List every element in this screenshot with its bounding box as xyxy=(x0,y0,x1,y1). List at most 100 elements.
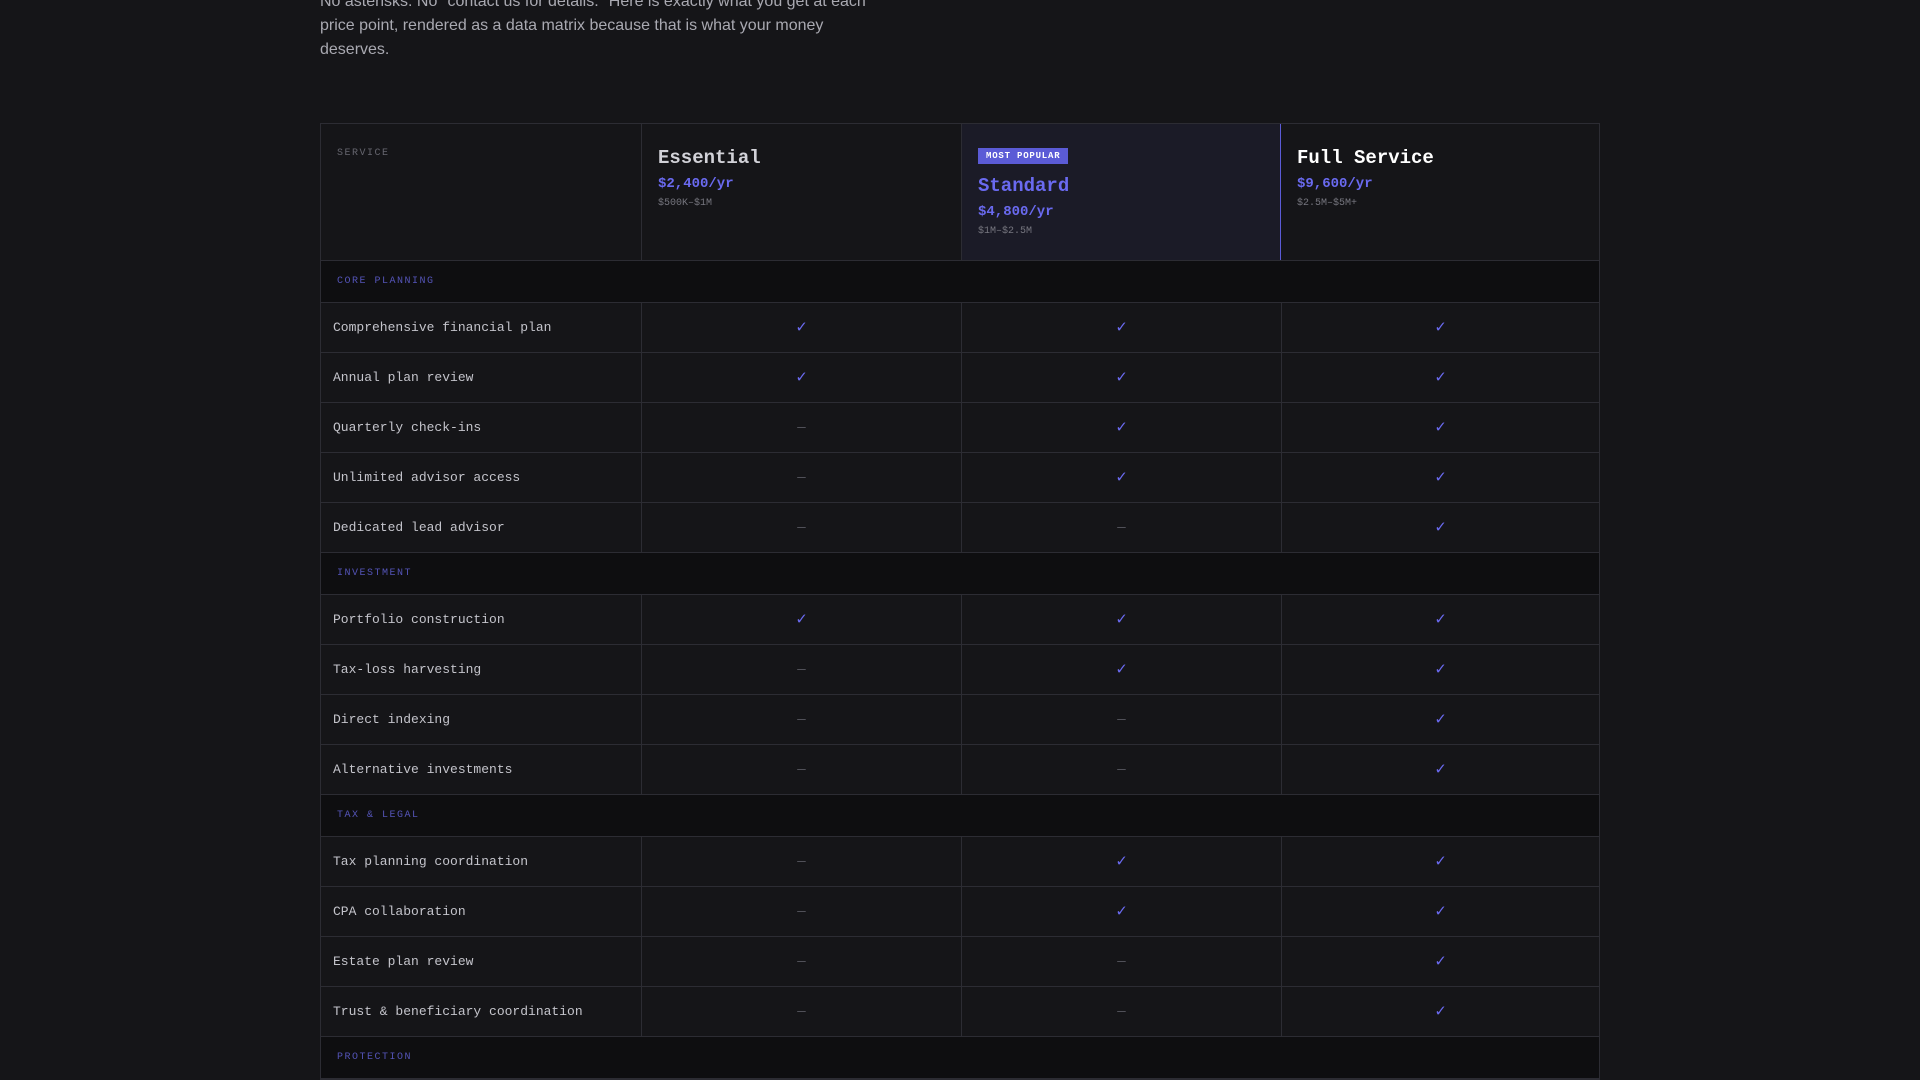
dash-icon: — xyxy=(797,519,806,536)
section-header: CORE PLANNING xyxy=(321,261,1599,303)
dash-icon: — xyxy=(1117,519,1126,536)
table-row: CPA collaboration — ✓ ✓ xyxy=(321,887,1599,937)
availability-cell: — xyxy=(641,645,961,694)
feature-name: Portfolio construction xyxy=(333,612,505,627)
feature-name: Quarterly check-ins xyxy=(333,420,482,435)
check-icon: ✓ xyxy=(1116,419,1127,438)
table-row: Portfolio construction ✓ ✓ ✓ xyxy=(321,595,1599,645)
availability-cell: ✓ xyxy=(1281,645,1599,694)
tier-standard-price: $4,800/yr xyxy=(978,204,1054,220)
feature-name: CPA collaboration xyxy=(333,904,466,919)
availability-cell: — xyxy=(641,837,961,886)
dash-icon: — xyxy=(797,661,806,678)
availability-cell: — xyxy=(961,695,1281,744)
feature-name: Dedicated lead advisor xyxy=(333,520,505,535)
check-icon: ✓ xyxy=(1435,469,1446,488)
availability-cell: ✓ xyxy=(961,887,1281,936)
dash-icon: — xyxy=(797,853,806,870)
tier-standard-header: MOST POPULAR Standard $4,800/yr $1M–$2.5… xyxy=(961,124,1281,260)
table-row: Estate plan review — — ✓ xyxy=(321,937,1599,987)
availability-cell: — xyxy=(641,937,961,986)
table-row: Annual plan review ✓ ✓ ✓ xyxy=(321,353,1599,403)
check-icon: ✓ xyxy=(1116,853,1127,872)
dash-icon: — xyxy=(797,469,806,486)
availability-cell: ✓ xyxy=(1281,887,1599,936)
availability-cell: ✓ xyxy=(961,453,1281,502)
dash-icon: — xyxy=(1117,711,1126,728)
feature-name: Tax-loss harvesting xyxy=(333,662,482,677)
check-icon: ✓ xyxy=(796,369,807,388)
check-icon: ✓ xyxy=(1435,761,1446,780)
dash-icon: — xyxy=(1117,1003,1126,1020)
availability-cell: — xyxy=(641,745,961,794)
tier-essential-price: $2,400/yr xyxy=(658,176,734,192)
intro-text: No asterisks. No "contact us for details… xyxy=(320,0,866,58)
check-icon: ✓ xyxy=(1116,319,1127,338)
dash-icon: — xyxy=(797,953,806,970)
feature-name: Trust & beneficiary coordination xyxy=(333,1004,583,1019)
dash-icon: — xyxy=(797,711,806,728)
section-header: INVESTMENT xyxy=(321,553,1599,595)
availability-cell: — xyxy=(641,887,961,936)
feature-name: Estate plan review xyxy=(333,954,474,969)
availability-cell: — xyxy=(961,503,1281,552)
check-icon: ✓ xyxy=(1435,853,1446,872)
availability-cell: — xyxy=(961,937,1281,986)
availability-cell: ✓ xyxy=(641,303,961,352)
tier-full-service-price: $9,600/yr xyxy=(1297,176,1373,192)
check-icon: ✓ xyxy=(1116,903,1127,922)
availability-cell: ✓ xyxy=(961,595,1281,644)
tier-essential-name: Essential xyxy=(658,147,761,169)
availability-cell: — xyxy=(641,987,961,1036)
dash-icon: — xyxy=(797,419,806,436)
availability-cell: — xyxy=(641,503,961,552)
tier-header-row: SERVICE Essential $2,400/yr $500K–$1M MO… xyxy=(321,124,1599,261)
pricing-matrix: SERVICE Essential $2,400/yr $500K–$1M MO… xyxy=(320,123,1600,1080)
service-label: SERVICE xyxy=(337,148,390,159)
availability-cell: ✓ xyxy=(1281,745,1599,794)
check-icon: ✓ xyxy=(1435,953,1446,972)
check-icon: ✓ xyxy=(1435,661,1446,680)
section-label: INVESTMENT xyxy=(337,568,413,579)
check-icon: ✓ xyxy=(796,611,807,630)
feature-name: Direct indexing xyxy=(333,712,451,727)
availability-cell: ✓ xyxy=(1281,403,1599,452)
dash-icon: — xyxy=(797,1003,806,1020)
table-row: Dedicated lead advisor — — ✓ xyxy=(321,503,1599,553)
feature-name: Alternative investments xyxy=(333,762,513,777)
dash-icon: — xyxy=(1117,953,1126,970)
section-label: CORE PLANNING xyxy=(337,276,435,287)
table-row: Tax-loss harvesting — ✓ ✓ xyxy=(321,645,1599,695)
tier-full-service-header: Full Service $9,600/yr $2.5M–$5M+ xyxy=(1281,124,1599,260)
check-icon: ✓ xyxy=(1116,661,1127,680)
table-row: Direct indexing — — ✓ xyxy=(321,695,1599,745)
tier-essential-header: Essential $2,400/yr $500K–$1M xyxy=(641,124,961,260)
availability-cell: ✓ xyxy=(641,595,961,644)
feature-name: Unlimited advisor access xyxy=(333,470,521,485)
table-row: Quarterly check-ins — ✓ ✓ xyxy=(321,403,1599,453)
availability-cell: — xyxy=(961,745,1281,794)
check-icon: ✓ xyxy=(1435,319,1446,338)
section-label: TAX & LEGAL xyxy=(337,810,420,821)
check-icon: ✓ xyxy=(1435,1003,1446,1022)
dash-icon: — xyxy=(1117,761,1126,778)
check-icon: ✓ xyxy=(1435,711,1446,730)
availability-cell: ✓ xyxy=(1281,303,1599,352)
table-row: Comprehensive financial plan ✓ ✓ ✓ xyxy=(321,303,1599,353)
tier-standard-name: Standard xyxy=(978,175,1070,197)
availability-cell: ✓ xyxy=(1281,453,1599,502)
availability-cell: ✓ xyxy=(961,353,1281,402)
availability-cell: ✓ xyxy=(1281,837,1599,886)
table-row: Unlimited advisor access — ✓ ✓ xyxy=(321,453,1599,503)
availability-cell: — xyxy=(961,987,1281,1036)
availability-cell: ✓ xyxy=(961,303,1281,352)
table-row: Trust & beneficiary coordination — — ✓ xyxy=(321,987,1599,1037)
check-icon: ✓ xyxy=(1435,611,1446,630)
check-icon: ✓ xyxy=(1435,369,1446,388)
table-row: Alternative investments — — ✓ xyxy=(321,745,1599,795)
check-icon: ✓ xyxy=(1435,903,1446,922)
availability-cell: ✓ xyxy=(641,353,961,402)
availability-cell: ✓ xyxy=(1281,353,1599,402)
availability-cell: ✓ xyxy=(1281,503,1599,552)
feature-name: Comprehensive financial plan xyxy=(333,320,552,335)
